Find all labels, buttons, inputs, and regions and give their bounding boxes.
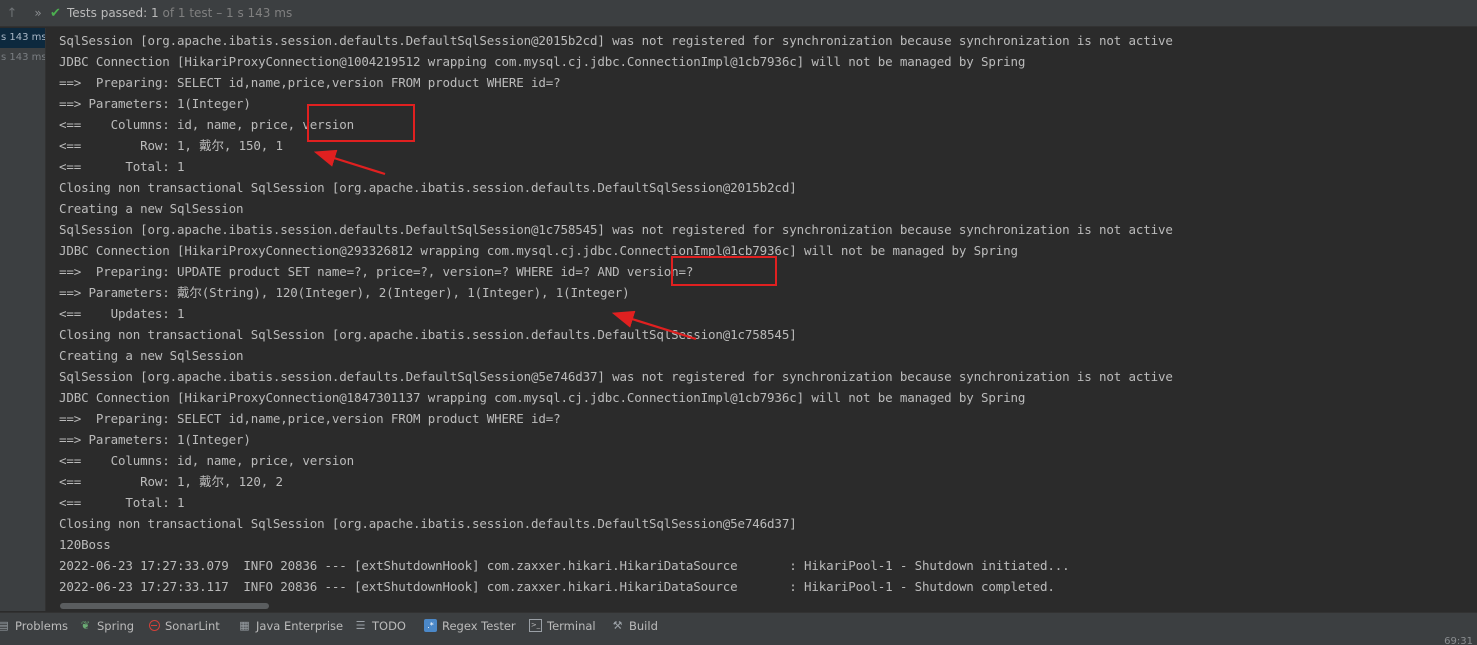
console-line: SqlSession [org.apache.ibatis.session.de… [59,222,1173,237]
terminal-icon: >_ [529,619,542,632]
test-status-detail: of 1 test – 1 s 143 ms [162,6,293,20]
test-tree-row[interactable]: s 143 ms [0,48,45,68]
console-line: <== Total: 1 [59,159,185,174]
tab-sonarlint[interactable]: SonarLint [149,617,220,634]
console-line: ==> Parameters: 1(Integer) [59,432,251,447]
console-line: <== Columns: id, name, price, version [59,117,355,132]
tab-label: Build [629,618,658,633]
java-enterprise-icon: ▦ [239,619,250,632]
test-status-count: 1 [151,6,159,20]
console-line: JDBC Connection [HikariProxyConnection@2… [59,243,1018,258]
horizontal-scrollbar-thumb[interactable] [60,603,269,609]
console-line: <== Columns: id, name, price, version [59,453,355,468]
test-status: Tests passed: 1 of 1 test – 1 s 143 ms [67,6,292,20]
console-line: ==> Preparing: SELECT id,name,price,vers… [59,75,561,90]
tab-label: SonarLint [165,618,220,633]
sonarlint-icon [149,620,160,631]
tab-terminal[interactable]: >_ Terminal [529,617,596,634]
tab-label: Spring [97,618,135,633]
console-line: 120Boss [59,537,111,552]
tab-regex-tester[interactable]: .* Regex Tester [424,617,516,634]
console-line: <== Total: 1 [59,495,185,510]
tab-todo[interactable]: ☰ TODO [354,617,406,634]
console-line: ==> Preparing: SELECT id,name,price,vers… [59,411,561,426]
test-tree-panel: s 143 ms s 143 ms [0,28,46,611]
tab-label: Java Enterprise [256,618,344,633]
tab-label: Problems [15,618,69,633]
test-tree-row[interactable]: s 143 ms [0,28,45,48]
console-line: 2022-06-23 17:27:33.079 INFO 20836 --- [… [59,558,1070,573]
console-line: Creating a new SqlSession [59,348,244,363]
spring-icon: ❦ [80,619,91,632]
highlight-box-version-column [307,104,415,142]
build-icon: ⚒ [612,619,623,632]
tab-label: Regex Tester [442,618,516,633]
test-status-label: Tests passed: [67,6,148,20]
console-line: Closing non transactional SqlSession [or… [59,180,797,195]
console-output[interactable]: SqlSession [org.apache.ibatis.session.de… [46,28,1477,611]
console-line: ==> Parameters: 1(Integer) [59,96,251,111]
console-line: <== Row: 1, 戴尔, 150, 1 [59,138,283,153]
arrow-up-icon[interactable]: ↑ [2,6,22,21]
console-line: Closing non transactional SqlSession [or… [59,516,797,531]
tab-problems[interactable]: ▤ Problems [0,617,68,634]
console-line: SqlSession [org.apache.ibatis.session.de… [59,33,1173,48]
console-line: ==> Preparing: UPDATE product SET name=?… [59,264,694,279]
tab-build[interactable]: ⚒ Build [611,617,658,634]
console-line: <== Row: 1, 戴尔, 120, 2 [59,474,283,489]
tab-label: TODO [372,618,406,633]
console-line: SqlSession [org.apache.ibatis.session.de… [59,369,1173,384]
problems-icon: ▤ [0,619,9,632]
console-line: JDBC Connection [HikariProxyConnection@1… [59,54,1026,69]
console-log: SqlSession [org.apache.ibatis.session.de… [59,30,1173,597]
console-line: JDBC Connection [HikariProxyConnection@1… [59,390,1026,405]
check-icon: ✔ [50,5,61,21]
todo-icon: ☰ [355,619,366,632]
highlight-box-version-condition [671,256,777,286]
tab-spring[interactable]: ❦ Spring [79,617,134,634]
tool-window-bar: ▤ Problems ❦ Spring SonarLint ▦ Java Ent… [0,612,1477,645]
console-line: <== Updates: 1 [59,306,185,321]
expand-chevron-icon[interactable]: » [28,6,48,20]
tab-label: Terminal [547,618,596,633]
console-line: Closing non transactional SqlSession [or… [59,327,797,342]
console-line: 2022-06-23 17:27:33.117 INFO 20836 --- [… [59,579,1055,594]
regex-tester-icon: .* [424,619,437,632]
console-line: Creating a new SqlSession [59,201,244,216]
test-results-toolbar: ↑ » ✔ Tests passed: 1 of 1 test – 1 s 14… [0,0,1477,27]
console-line: ==> Parameters: 戴尔(String), 120(Integer)… [59,285,630,300]
tab-java-enterprise[interactable]: ▦ Java Enterprise [238,617,343,634]
cursor-position[interactable]: 69:31 [1444,636,1473,645]
